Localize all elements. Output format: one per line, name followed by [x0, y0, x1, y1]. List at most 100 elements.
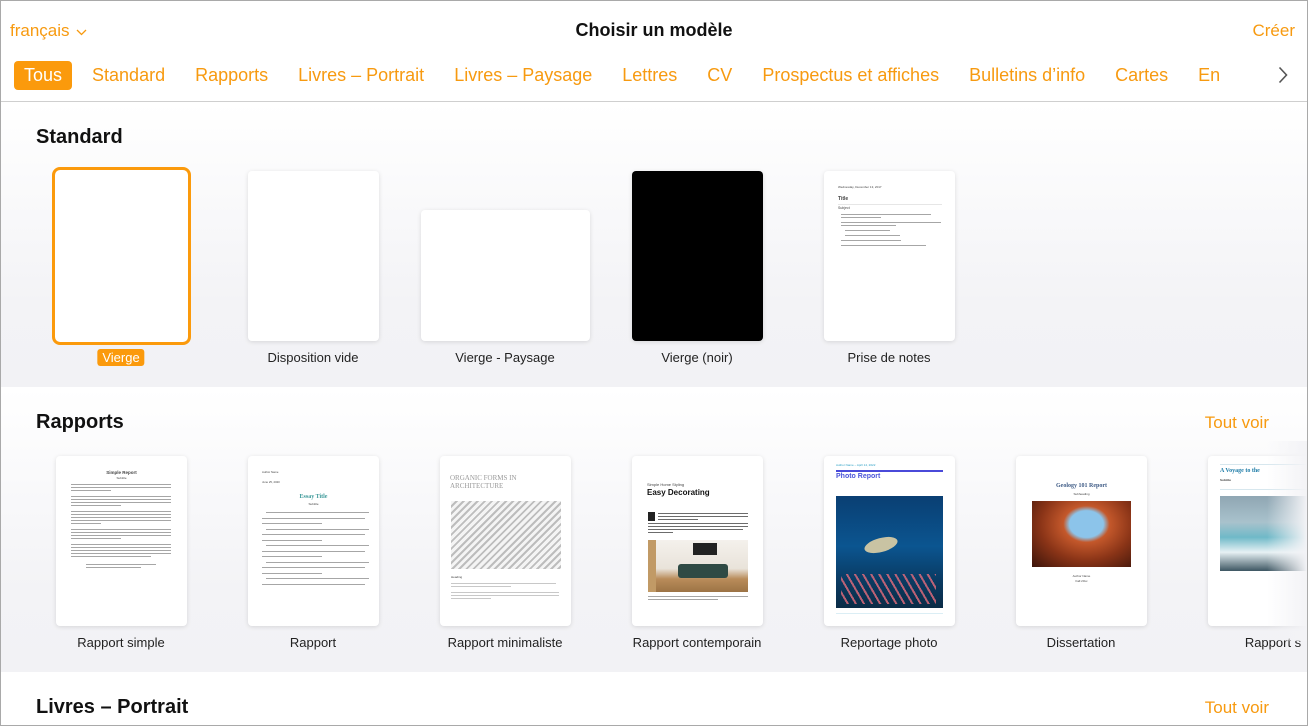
tabs-scroll-right-button[interactable] — [1273, 63, 1293, 87]
template-vierge-paysage[interactable] — [421, 210, 590, 341]
create-button[interactable]: Créer — [1252, 21, 1295, 41]
header: français Choisir un modèle Créer TousSta… — [1, 1, 1307, 102]
text-line — [71, 511, 171, 512]
template-vierge[interactable] — [55, 170, 188, 342]
tab-bulletins-d-info[interactable]: Bulletins d’info — [959, 61, 1095, 90]
text-line — [658, 519, 698, 520]
text-line — [451, 586, 511, 587]
template-label: Prise de notes — [847, 350, 930, 365]
text-line — [841, 245, 926, 246]
notes-date: Wednesday, December 13, 2017 — [838, 185, 882, 189]
preview-byline: Author Name – April 14, 2022 — [836, 463, 875, 467]
template-reportage-photo[interactable]: Author Name – April 14, 2022 Photo Repor… — [824, 456, 955, 626]
tab-cv[interactable]: CV — [697, 61, 742, 90]
section-title: Livres – Portrait — [36, 696, 188, 719]
preview-subtitle: Subtitle — [1220, 478, 1231, 482]
text-line — [71, 496, 171, 497]
text-line — [262, 534, 365, 535]
tab-en[interactable]: En — [1188, 61, 1230, 90]
text-line — [262, 523, 322, 524]
tab-standard[interactable]: Standard — [82, 61, 175, 90]
architecture-image — [451, 501, 561, 569]
category-tabs: Tous Standard Rapports Livres – Portrait Liv… — [14, 60, 1274, 90]
template-rapport-simple[interactable]: Simple Report Subtitle — [56, 456, 187, 626]
text-line — [86, 564, 156, 565]
text-line — [262, 518, 365, 519]
tab-livres-portrait[interactable]: Livres – Portrait — [288, 61, 434, 90]
tab-prospectus-et-affiches[interactable]: Prospectus et affiches — [752, 61, 949, 90]
notes-title: Title — [838, 196, 848, 202]
chevron-right-icon — [1278, 66, 1288, 84]
turtle-photo — [836, 496, 943, 608]
template-rapport-scolaire[interactable]: A Voyage to the Subtitle — [1208, 456, 1308, 626]
template-label: Vierge — [97, 349, 144, 366]
template-label: Rapport — [290, 635, 336, 650]
template-prise-de-notes[interactable]: Wednesday, December 13, 2017 Title Subje… — [824, 171, 955, 341]
text-line — [841, 217, 881, 218]
text-line — [71, 514, 171, 515]
preview-date: Fall 20xx — [1016, 579, 1147, 583]
template-rapport[interactable]: Author Name June 25, 2020 Essay Title Su… — [248, 456, 379, 626]
text-line — [71, 553, 171, 554]
text-line — [845, 235, 900, 236]
template-label: Dissertation — [1047, 635, 1116, 650]
see-all-rapports-link[interactable]: Tout voir — [1205, 413, 1269, 433]
tab-cartes[interactable]: Cartes — [1105, 61, 1178, 90]
header-rule — [1220, 464, 1308, 465]
text-line — [648, 599, 718, 600]
preview-author: Author Name — [262, 470, 278, 474]
text-line — [71, 550, 171, 551]
text-line — [266, 529, 369, 530]
template-chooser-window: français Choisir un modèle Créer TousSta… — [0, 0, 1308, 726]
text-line — [71, 547, 171, 548]
iceberg-photo — [1220, 496, 1308, 571]
drop-cap — [648, 512, 655, 521]
preview-title: Easy Decorating — [647, 488, 710, 497]
preview-subtitle: Subheading — [1016, 492, 1147, 496]
text-line — [648, 523, 748, 524]
text-line — [71, 532, 171, 533]
tab-tous[interactable]: Tous — [14, 61, 72, 90]
template-vierge-noir[interactable] — [632, 171, 763, 341]
template-label: Rapport minimaliste — [448, 635, 563, 650]
text-line — [648, 529, 743, 530]
preview-kicker: Simple Home Styling — [647, 482, 684, 487]
text-line — [262, 551, 365, 552]
page-title: Choisir un modèle — [1, 20, 1307, 41]
template-dissertation[interactable]: Geology 101 Report Subheading Author Nam… — [1016, 456, 1147, 626]
template-rapport-contemporain[interactable]: Simple Home Styling Easy Decorating — [632, 456, 763, 626]
text-line — [841, 225, 896, 226]
template-label: Reportage photo — [841, 635, 938, 650]
text-line — [71, 499, 171, 500]
text-line — [451, 595, 559, 596]
template-disposition-vide[interactable] — [248, 171, 379, 341]
template-label: Rapport s — [1245, 635, 1301, 650]
preview-title: Simple Report — [56, 470, 187, 475]
preview-date: June 25, 2020 — [262, 480, 280, 484]
preview-subtitle: Subtitle — [248, 502, 379, 506]
text-line — [71, 535, 171, 536]
title-rule — [836, 470, 943, 472]
template-rapport-minimaliste[interactable]: ORGANIC FORMS IN ARCHITECTURE Heading — [440, 456, 571, 626]
text-line — [451, 592, 559, 593]
header-rule — [1220, 489, 1308, 490]
text-line — [71, 517, 171, 518]
text-line — [262, 573, 322, 574]
text-line — [71, 484, 171, 485]
tab-livres-paysage[interactable]: Livres – Paysage — [444, 61, 602, 90]
tab-lettres[interactable]: Lettres — [612, 61, 687, 90]
see-all-livres-portrait-link[interactable]: Tout voir — [1205, 698, 1269, 718]
preview-author: Author Name — [1016, 574, 1147, 578]
text-line — [262, 540, 322, 541]
text-line — [658, 513, 748, 514]
text-line — [266, 545, 369, 546]
preview-title: A Voyage to the — [1220, 468, 1260, 474]
text-line — [266, 578, 369, 579]
living-room-image — [648, 540, 748, 592]
tab-rapports[interactable]: Rapports — [185, 61, 278, 90]
preview-heading: Heading — [451, 575, 462, 579]
text-line — [266, 562, 369, 563]
preview-title: ORGANIC FORMS IN ARCHITECTURE — [450, 474, 550, 490]
section-title: Rapports — [36, 411, 124, 434]
text-line — [71, 523, 101, 524]
